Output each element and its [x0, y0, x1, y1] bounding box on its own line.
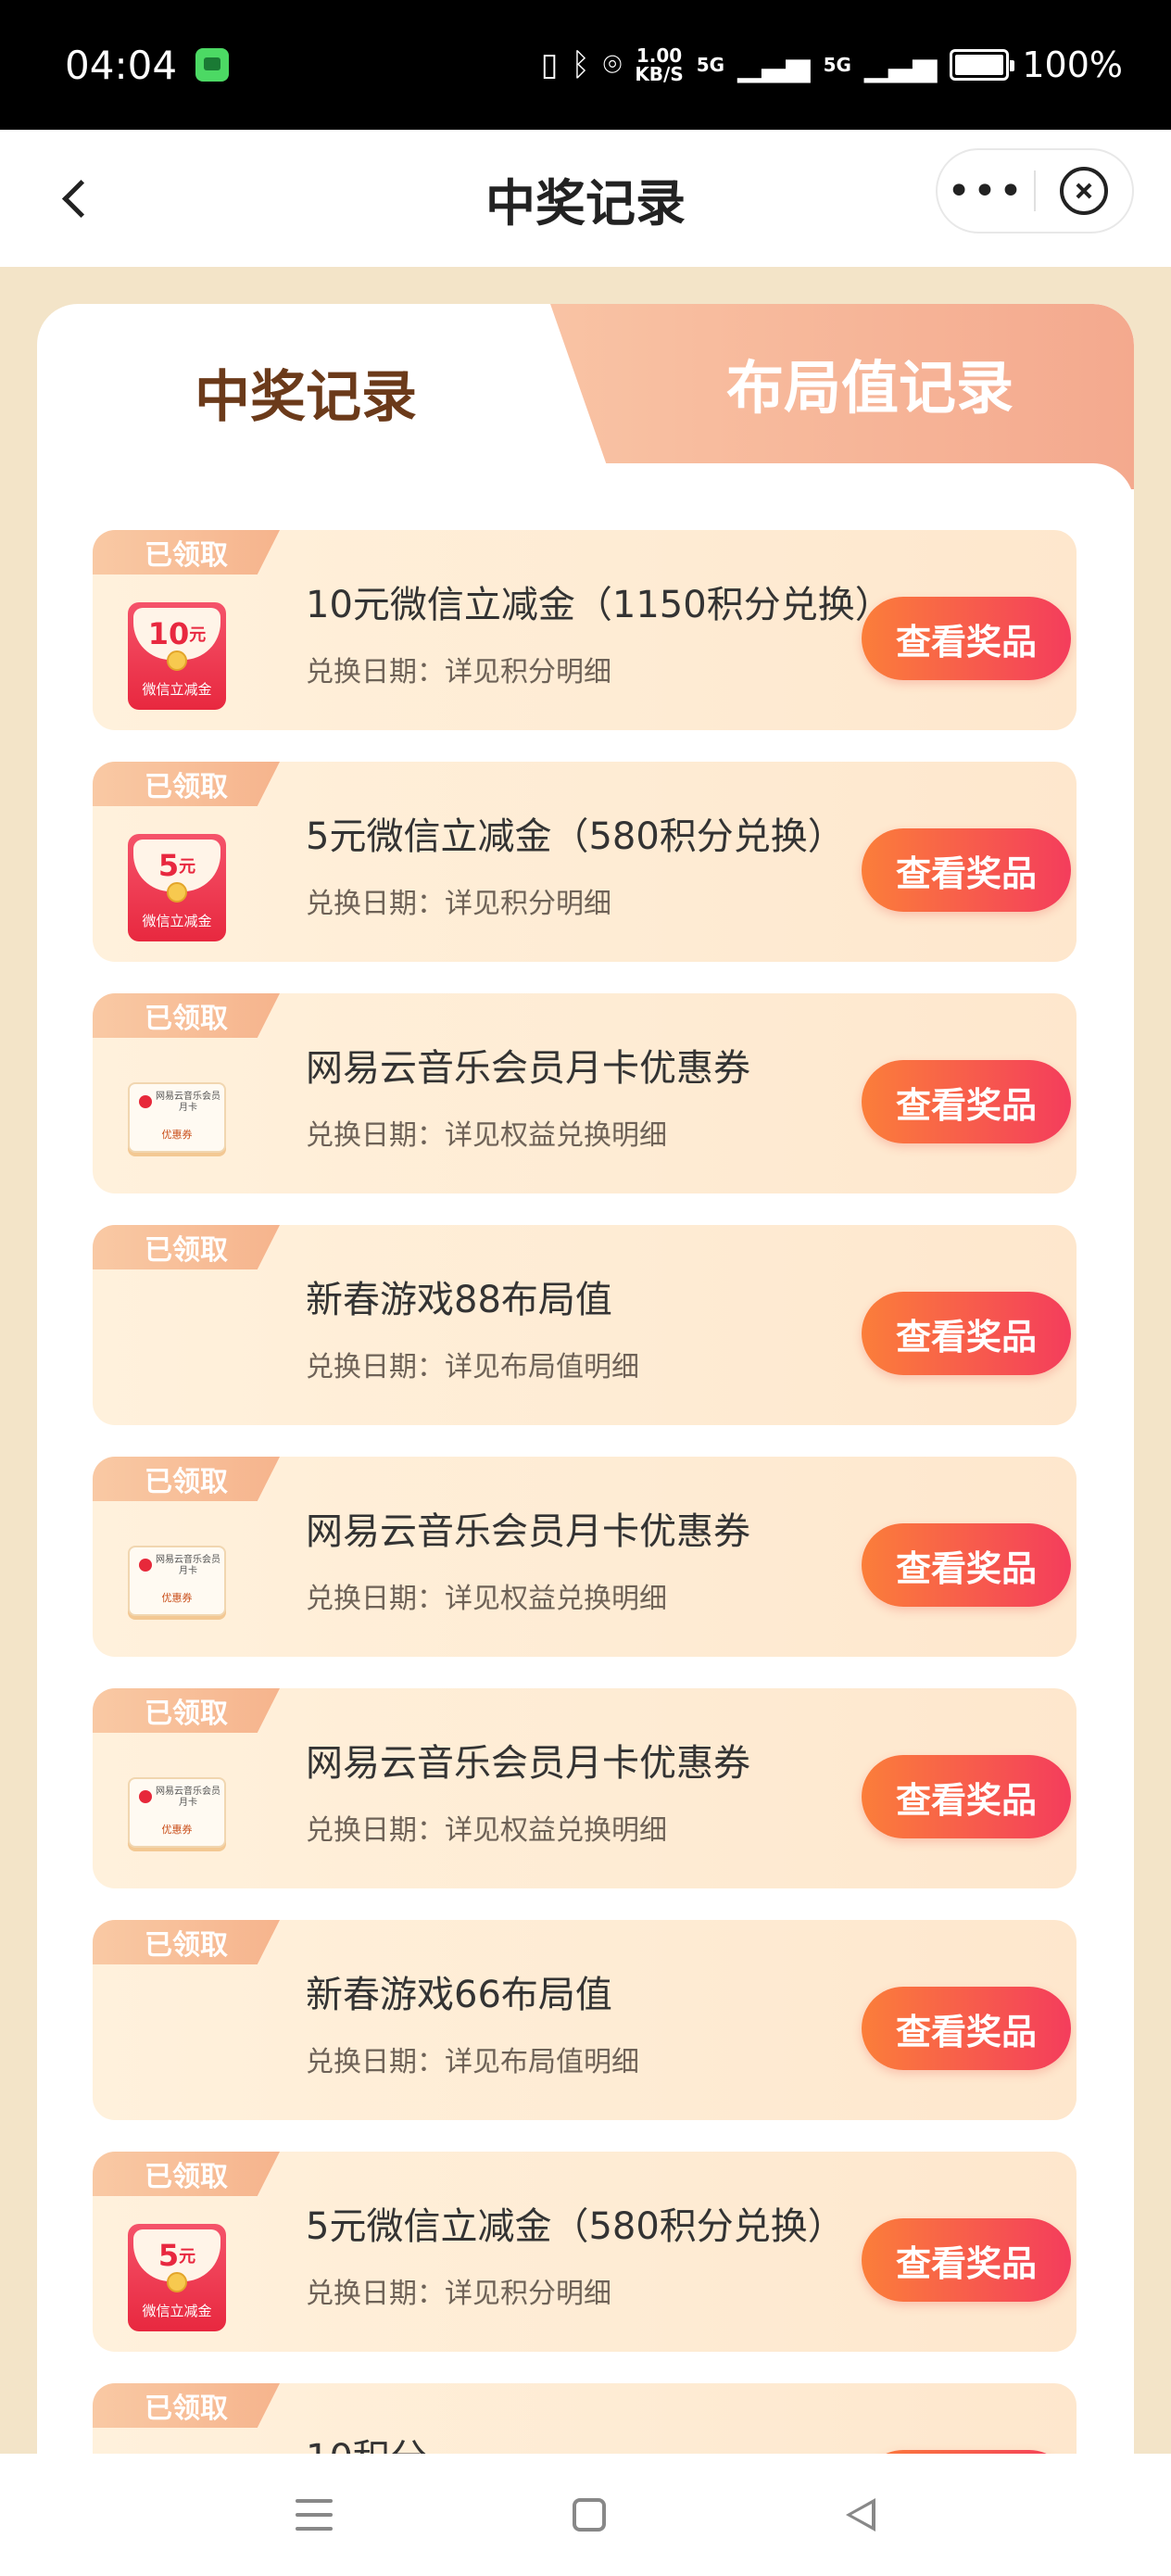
home-button[interactable]: [572, 2498, 606, 2532]
coupon-line1: 网易云音乐会员月卡: [156, 1555, 220, 1576]
system-nav-bar: [0, 2454, 1171, 2576]
view-prize-button[interactable]: 查看奖品: [862, 597, 1071, 680]
coupon-line2: 优惠券: [161, 1592, 193, 1604]
view-prize-button[interactable]: 查看奖品: [862, 1987, 1071, 2070]
record-item: 已领取 网易云音乐会员月卡 优惠券 网易云音乐会员月卡优惠券 兑换日期：详见权益兑换明细…: [93, 1457, 1077, 1657]
tab-layout-value-records[interactable]: 布局值记录: [560, 304, 1134, 461]
netease-music-logo-icon: [139, 1559, 152, 1572]
coupon-line1: 网易云音乐会员月卡: [156, 1787, 220, 1808]
coupon-image: 网易云音乐会员月卡优惠券: [128, 1066, 226, 1173]
tab-prize-records[interactable]: 中奖记录: [37, 304, 574, 480]
view-prize-button[interactable]: 查看奖品: [862, 2218, 1071, 2302]
record-title: 5元微信立减金（580积分兑换）: [306, 815, 845, 858]
location-icon: ⌾: [602, 46, 623, 83]
red-packet-label: 微信立减金: [142, 681, 212, 698]
claimed-badge: 已领取: [93, 1225, 280, 1269]
red-packet-amount-value: 5: [157, 2238, 180, 2273]
record-date-note: 兑换日期：详见积分明细: [306, 656, 611, 688]
status-indicators: ▯ ᛒ ⌾ 1.00 KB/S 5G ▁▃▅ 5G ▁▃▅ 100%: [541, 44, 1123, 85]
record-date-note: 兑换日期：详见权益兑换明细: [306, 1583, 667, 1615]
red-packet-amount-unit: 元: [179, 857, 196, 877]
close-icon: [1059, 167, 1108, 215]
record-title: 网易云音乐会员月卡优惠券: [306, 1510, 750, 1553]
coupon-line1: 网易云音乐会员月卡: [156, 1092, 220, 1113]
record-date-note: 兑换日期：详见权益兑换明细: [306, 1119, 667, 1152]
record-item: 已领取 新春游戏66布局值兑换日期：详见布局值明细 查看奖品: [93, 1920, 1077, 2120]
claimed-badge: 已领取: [93, 2152, 280, 2196]
netease-music-logo-icon: [139, 1790, 152, 1803]
record-title: 新春游戏66布局值: [306, 1974, 612, 2016]
record-date-note: 兑换日期：详见积分明细: [306, 2278, 611, 2310]
claimed-badge: 已领取: [93, 993, 280, 1038]
view-prize-button[interactable]: 查看奖品: [862, 1060, 1071, 1143]
battery-percent: 100%: [1022, 44, 1123, 85]
record-title: 5元微信立减金（580积分兑换）: [306, 2205, 845, 2248]
record-item: 已领取 网易云音乐会员月卡 优惠券 网易云音乐会员月卡优惠券 兑换日期：详见权益兑换明细…: [93, 993, 1077, 1193]
more-button[interactable]: •••: [938, 150, 1034, 232]
coupon-image: 网易云音乐会员月卡优惠券: [128, 1529, 226, 1636]
coin-icon: [167, 650, 187, 671]
coin-icon: [167, 2272, 187, 2292]
bluetooth-icon: ᛒ: [571, 46, 590, 83]
battery-icon: [950, 49, 1015, 81]
claimed-badge: 已领取: [93, 2383, 280, 2428]
back-button[interactable]: [46, 169, 106, 228]
net-speed-unit: KB/S: [635, 63, 684, 85]
record-date-note: 兑换日期：详见布局值明细: [306, 2046, 639, 2078]
record-date-note: 兑换日期：详见积分明细: [306, 888, 611, 920]
red-packet-image: 10 元微信立减金: [128, 602, 226, 710]
status-time: 04:04: [65, 42, 178, 88]
mini-program-capsule: •••: [936, 148, 1134, 234]
view-prize-button[interactable]: 查看奖品: [862, 828, 1071, 912]
signal-1-label: 5G: [696, 54, 725, 76]
view-prize-button[interactable]: 查看奖品: [862, 1755, 1071, 1838]
claimed-badge: 已领取: [93, 762, 280, 806]
close-button[interactable]: [1036, 150, 1132, 232]
signal-2-label: 5G: [823, 54, 851, 76]
record-title: 10元微信立减金（1150积分兑换）: [306, 584, 892, 626]
red-packet-label: 微信立减金: [142, 2303, 212, 2319]
view-prize-button[interactable]: 查看奖品: [862, 1292, 1071, 1375]
recent-apps-button[interactable]: [296, 2499, 334, 2531]
red-packet-amount-value: 5: [157, 848, 180, 883]
record-item: 已领取 5 元微信立减金 5元微信立减金（580积分兑换） 兑换日期：详见积分明细 查看奖…: [93, 762, 1077, 962]
signal-icon: ▁▃▅: [737, 46, 811, 83]
coupon-line2: 优惠券: [161, 1824, 193, 1836]
claimed-badge: 已领取: [93, 1688, 280, 1733]
status-bar: 04:04 ▯ ᛒ ⌾ 1.00 KB/S 5G ▁▃▅ 5G ▁▃▅ 100%: [0, 0, 1171, 130]
red-packet-label: 微信立减金: [142, 913, 212, 929]
claimed-badge: 已领取: [93, 530, 280, 575]
net-speed: 1.00 KB/S: [635, 46, 683, 83]
records-card: 中奖记录 布局值记录 已领取 10 元微信立减金 10元微信立减金（1150积分兑换）…: [37, 304, 1134, 2528]
vibrate-icon: ▯: [540, 46, 559, 83]
netease-music-logo-icon: [139, 1095, 152, 1108]
system-back-button[interactable]: [845, 2498, 875, 2532]
signal-icon-2: ▁▃▅: [863, 46, 938, 83]
red-packet-image: 5 元微信立减金: [128, 2224, 226, 2331]
record-date-note: 兑换日期：详见权益兑换明细: [306, 1814, 667, 1847]
message-app-icon: [195, 48, 230, 82]
records-list: 已领取 10 元微信立减金 10元微信立减金（1150积分兑换） 兑换日期：详见积分明细…: [37, 463, 1134, 2528]
record-item: 已领取 10 元微信立减金 10元微信立减金（1150积分兑换） 兑换日期：详见积分明细…: [93, 530, 1077, 730]
red-packet-amount-unit: 元: [179, 2247, 196, 2267]
claimed-badge: 已领取: [93, 1457, 280, 1501]
red-packet-amount-unit: 元: [189, 625, 207, 645]
record-title: 网易云音乐会员月卡优惠券: [306, 1047, 750, 1090]
red-packet-image: 5 元微信立减金: [128, 834, 226, 941]
record-title: 网易云音乐会员月卡优惠券: [306, 1742, 750, 1785]
red-packet-amount-value: 10: [147, 616, 190, 651]
record-item: 已领取 5 元微信立减金 5元微信立减金（580积分兑换） 兑换日期：详见积分明细 查看奖…: [93, 2152, 1077, 2352]
coin-icon: [167, 882, 187, 903]
claimed-badge: 已领取: [93, 1920, 280, 1964]
record-item: 已领取 新春游戏88布局值兑换日期：详见布局值明细 查看奖品: [93, 1225, 1077, 1425]
record-item: 已领取 网易云音乐会员月卡 优惠券 网易云音乐会员月卡优惠券 兑换日期：详见权益兑换明细…: [93, 1688, 1077, 1888]
nav-bar: 中奖记录 •••: [0, 130, 1171, 267]
page-title: 中奖记录: [485, 173, 686, 233]
record-date-note: 兑换日期：详见布局值明细: [306, 1351, 639, 1383]
view-prize-button[interactable]: 查看奖品: [862, 1523, 1071, 1607]
coupon-image: 网易云音乐会员月卡优惠券: [128, 1761, 226, 1868]
coupon-line2: 优惠券: [161, 1129, 193, 1141]
record-title: 新春游戏88布局值: [306, 1279, 612, 1321]
